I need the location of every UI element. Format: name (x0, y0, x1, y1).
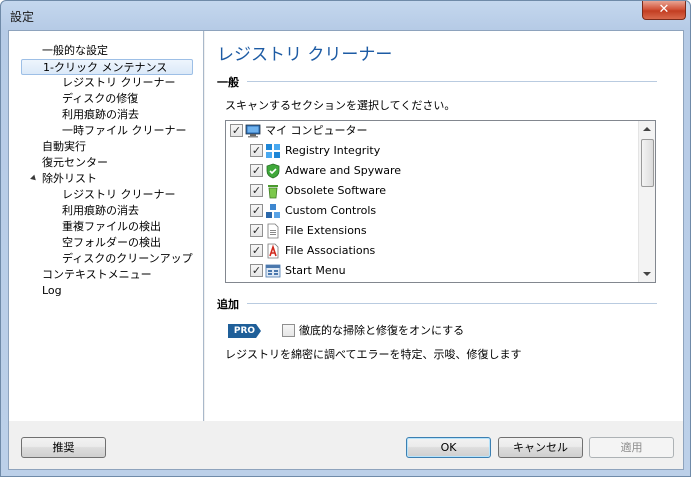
list-item-label: Registry Integrity (285, 144, 381, 157)
list-item-label: File Extensions (285, 224, 367, 237)
list-item-label: Start Menu (285, 264, 346, 277)
shield-icon (266, 163, 280, 179)
file-extension-icon (267, 223, 279, 239)
list-scrollbar[interactable] (638, 121, 655, 282)
list-item-label: File Associations (285, 244, 376, 257)
scroll-down-icon[interactable] (643, 272, 651, 276)
ok-button[interactable]: OK (406, 437, 491, 458)
scan-sections-list[interactable]: ✓ マイ コンピューター ✓ Registry Integrity ✓ Adwa… (225, 120, 656, 283)
sidebar-item-empty-folder-finder[interactable]: 空フォルダーの検出 (62, 235, 161, 251)
collapse-arrow-icon[interactable] (30, 174, 38, 183)
sidebar-item-context-menu[interactable]: コンテキストメニュー (42, 267, 152, 283)
checkbox[interactable]: ✓ (250, 224, 263, 237)
computer-icon (245, 124, 261, 138)
sidebar-item-general[interactable]: 一般的な設定 (42, 43, 108, 59)
checkbox[interactable]: ✓ (250, 144, 263, 157)
pro-badge: PRO (228, 324, 261, 338)
sidebar-item-restore-center[interactable]: 復元センター (42, 155, 108, 171)
section-divider (247, 81, 657, 82)
registry-integrity-icon (266, 144, 280, 158)
sidebar-item-one-click-maintenance[interactable]: 1-クリック メンテナンス (21, 59, 193, 75)
sidebar-item-duplicate-finder[interactable]: 重複ファイルの検出 (62, 219, 161, 235)
list-item-label: Custom Controls (285, 204, 377, 217)
section-divider (247, 303, 657, 304)
recommend-button[interactable]: 推奨 (21, 437, 106, 458)
sidebar-item-disk-cleanup[interactable]: ディスクのクリーンアップ (62, 251, 193, 267)
cancel-button[interactable]: キャンセル (498, 437, 583, 458)
section-header-extra: 追加 (217, 298, 239, 311)
checkbox[interactable]: ✓ (230, 124, 243, 137)
settings-window: 設定 ✕ 一般的な設定 1-クリック メンテナンス レジストリ クリーナー ディ… (0, 0, 691, 477)
sidebar-item-exclusion-registry-cleaner[interactable]: レジストリ クリーナー (62, 187, 176, 203)
sidebar-item-disk-repair[interactable]: ディスクの修復 (62, 91, 138, 107)
client-area: 一般的な設定 1-クリック メンテナンス レジストリ クリーナー ディスクの修復… (8, 30, 684, 470)
sidebar-item-registry-cleaner[interactable]: レジストリ クリーナー (62, 75, 176, 91)
deep-scan-checkbox[interactable] (282, 324, 295, 337)
scroll-thumb[interactable] (641, 139, 654, 187)
controls-icon (266, 204, 280, 218)
checkbox[interactable]: ✓ (250, 264, 263, 277)
checkbox[interactable]: ✓ (250, 184, 263, 197)
list-item-label: Obsolete Software (285, 184, 386, 197)
title-bar[interactable]: 設定 ✕ (1, 1, 690, 29)
sidebar-item-log[interactable]: Log (42, 283, 62, 299)
sidebar-item-temp-file-cleaner[interactable]: 一時ファイル クリーナー (62, 123, 187, 139)
checkbox[interactable]: ✓ (250, 164, 263, 177)
page-title: レジストリ クリーナー (217, 45, 393, 65)
deep-scan-description: レジストリを綿密に調べてエラーを特定、示唆、修復します (225, 348, 522, 361)
sidebar-item-exclusion-erase-traces[interactable]: 利用痕跡の消去 (62, 203, 139, 219)
apply-button[interactable]: 適用 (589, 437, 674, 458)
start-menu-icon (265, 264, 281, 278)
sidebar-nav: 一般的な設定 1-クリック メンテナンス レジストリ クリーナー ディスクの修復… (9, 31, 204, 421)
file-association-icon (267, 243, 279, 259)
section-header-general: 一般 (217, 76, 239, 89)
list-item-label: Adware and Spyware (285, 164, 402, 177)
sidebar-item-exclusion-list[interactable]: 除外リスト (42, 171, 97, 187)
main-panel: レジストリ クリーナー 一般 スキャンするセクションを選択してください。 ✓ マ… (205, 31, 683, 421)
scroll-up-icon[interactable] (643, 127, 651, 131)
checkbox[interactable]: ✓ (250, 244, 263, 257)
section-description: スキャンするセクションを選択してください。 (225, 99, 456, 112)
close-button[interactable]: ✕ (642, 1, 686, 20)
tree-root-label: マイ コンピューター (265, 124, 368, 137)
window-title: 設定 (10, 10, 35, 24)
deep-scan-label: 徹底的な掃除と修復をオンにする (299, 324, 465, 337)
trash-icon (268, 185, 278, 199)
sidebar-item-autorun[interactable]: 自動実行 (42, 139, 86, 155)
checkbox[interactable]: ✓ (250, 204, 263, 217)
sidebar-item-erase-traces[interactable]: 利用痕跡の消去 (62, 107, 139, 123)
